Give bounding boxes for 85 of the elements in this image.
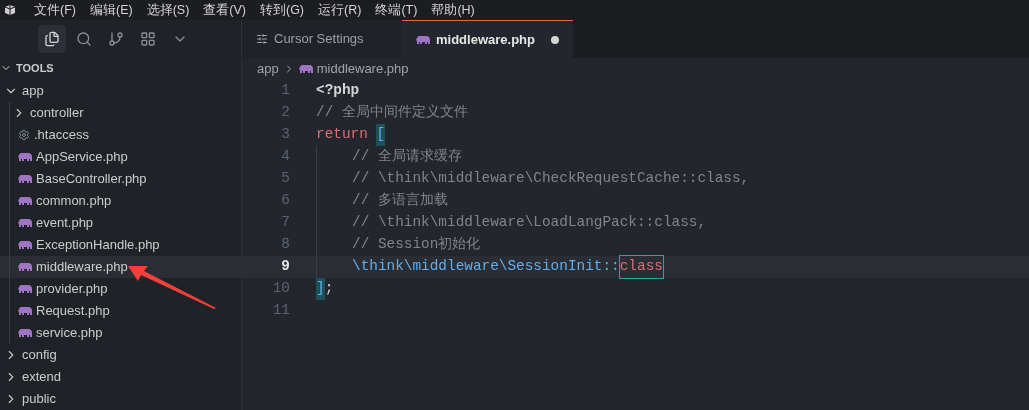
breadcrumb-item[interactable]: middleware.php xyxy=(316,59,409,79)
elephant-icon xyxy=(18,196,32,206)
tree-item-label: config xyxy=(22,346,57,365)
tree-item[interactable]: public xyxy=(0,388,241,410)
line-number: 8 xyxy=(280,235,290,255)
code-token: <?php xyxy=(316,81,360,101)
elephant-icon xyxy=(18,306,32,316)
menu-item[interactable]: 查看(V) xyxy=(203,0,246,20)
tree-item[interactable]: middleware.php xyxy=(0,256,241,278)
line-number: 9 xyxy=(280,257,290,277)
tree-item[interactable]: event.php xyxy=(0,212,241,234)
elephant-icon xyxy=(18,262,32,272)
tree-item[interactable]: service.php xyxy=(0,322,241,344)
tree-item-label: extend xyxy=(22,368,62,387)
line-number: 2 xyxy=(280,103,290,123)
code-token: :: xyxy=(602,257,620,277)
elephant-icon xyxy=(18,174,32,184)
tree-item-label: controller xyxy=(30,104,84,123)
tree-item-label: AppService.php xyxy=(36,148,128,167)
sliders-icon xyxy=(256,33,268,45)
tree-item[interactable]: AppService.php xyxy=(0,146,241,168)
code-token: class xyxy=(619,256,663,278)
menu-item[interactable]: 帮助(H) xyxy=(431,0,475,20)
line-number: 4 xyxy=(280,147,290,167)
elephant-icon xyxy=(18,152,32,162)
tree-item[interactable]: BaseController.php xyxy=(0,168,241,190)
app-logo-icon xyxy=(4,4,16,16)
code-token: return xyxy=(316,125,368,145)
line-number: 1 xyxy=(280,81,290,101)
elephant-icon xyxy=(18,284,32,294)
explorer-root-label[interactable]: TOOLS xyxy=(16,59,54,77)
tree-item[interactable]: app xyxy=(0,80,241,102)
tree-item[interactable]: Request.php xyxy=(0,300,241,322)
tree-item-label: event.php xyxy=(36,214,94,233)
elephant-icon xyxy=(18,328,32,338)
menu-item[interactable]: 转到(G) xyxy=(260,0,305,20)
code-token: // Session初始化 xyxy=(352,235,481,255)
tree-item-label: ExceptionHandle.php xyxy=(36,236,160,255)
code-token: \think\middleware\SessionInit xyxy=(352,257,603,277)
line-number: 5 xyxy=(280,169,290,189)
tab-label: Cursor Settings xyxy=(274,30,364,49)
code-token: ; xyxy=(324,279,334,299)
code-token: ] xyxy=(316,278,325,300)
line-number: 6 xyxy=(280,191,290,211)
tab-label: middleware.php xyxy=(436,30,535,49)
menu-item[interactable]: 运行(R) xyxy=(318,0,362,20)
tree-item[interactable]: config xyxy=(0,344,241,366)
tree-item[interactable]: .htaccess xyxy=(0,124,241,146)
tree-item[interactable]: ExceptionHandle.php xyxy=(0,234,241,256)
menu-item[interactable]: 编辑(E) xyxy=(89,0,133,20)
code-token: // \think\middleware\CheckRequestCache::class, xyxy=(352,169,750,189)
gear-icon xyxy=(18,129,30,141)
code-token: // 全局请求缓存 xyxy=(352,147,462,167)
line-number: 3 xyxy=(280,125,290,145)
tree-item[interactable]: controller xyxy=(0,102,241,124)
tree-item-label: app xyxy=(22,82,44,101)
tree-item-label: service.php xyxy=(36,324,103,343)
line-number: 7 xyxy=(280,213,290,233)
menu-item[interactable]: 选择(S) xyxy=(146,0,190,20)
tree-item-label: Request.php xyxy=(36,302,110,321)
code-token: // \think\middleware\LoadLangPack::class, xyxy=(352,213,707,233)
files-icon[interactable] xyxy=(38,25,66,53)
breadcrumb-item[interactable]: app xyxy=(257,59,279,79)
tree-item-label: BaseController.php xyxy=(36,170,147,189)
editor-tab[interactable]: Cursor Settings xyxy=(242,20,402,58)
tree-item[interactable]: common.php xyxy=(0,190,241,212)
tree-item[interactable]: extend xyxy=(0,366,241,388)
code-token: // 多语言加载 xyxy=(352,191,448,211)
elephant-icon xyxy=(298,64,313,74)
elephant-icon xyxy=(18,240,32,250)
tree-item-label: provider.php xyxy=(36,280,108,299)
editor-tab[interactable]: middleware.php xyxy=(402,20,573,58)
elephant-icon xyxy=(416,34,430,45)
code-token: [ xyxy=(376,124,386,146)
tree-item-label: public xyxy=(22,390,56,409)
tree-item-label: .htaccess xyxy=(34,126,89,145)
line-number: 10 xyxy=(271,279,290,299)
tree-item-label: common.php xyxy=(36,192,112,211)
elephant-icon xyxy=(18,218,32,228)
tree-item[interactable]: provider.php xyxy=(0,278,241,300)
code-token: // 全局中间件定义文件 xyxy=(316,103,468,123)
tree-item-label: middleware.php xyxy=(36,258,128,277)
line-number: 11 xyxy=(271,301,290,321)
menu-item[interactable]: 终端(T) xyxy=(375,0,418,20)
menu-item[interactable]: 文件(F) xyxy=(34,0,76,20)
